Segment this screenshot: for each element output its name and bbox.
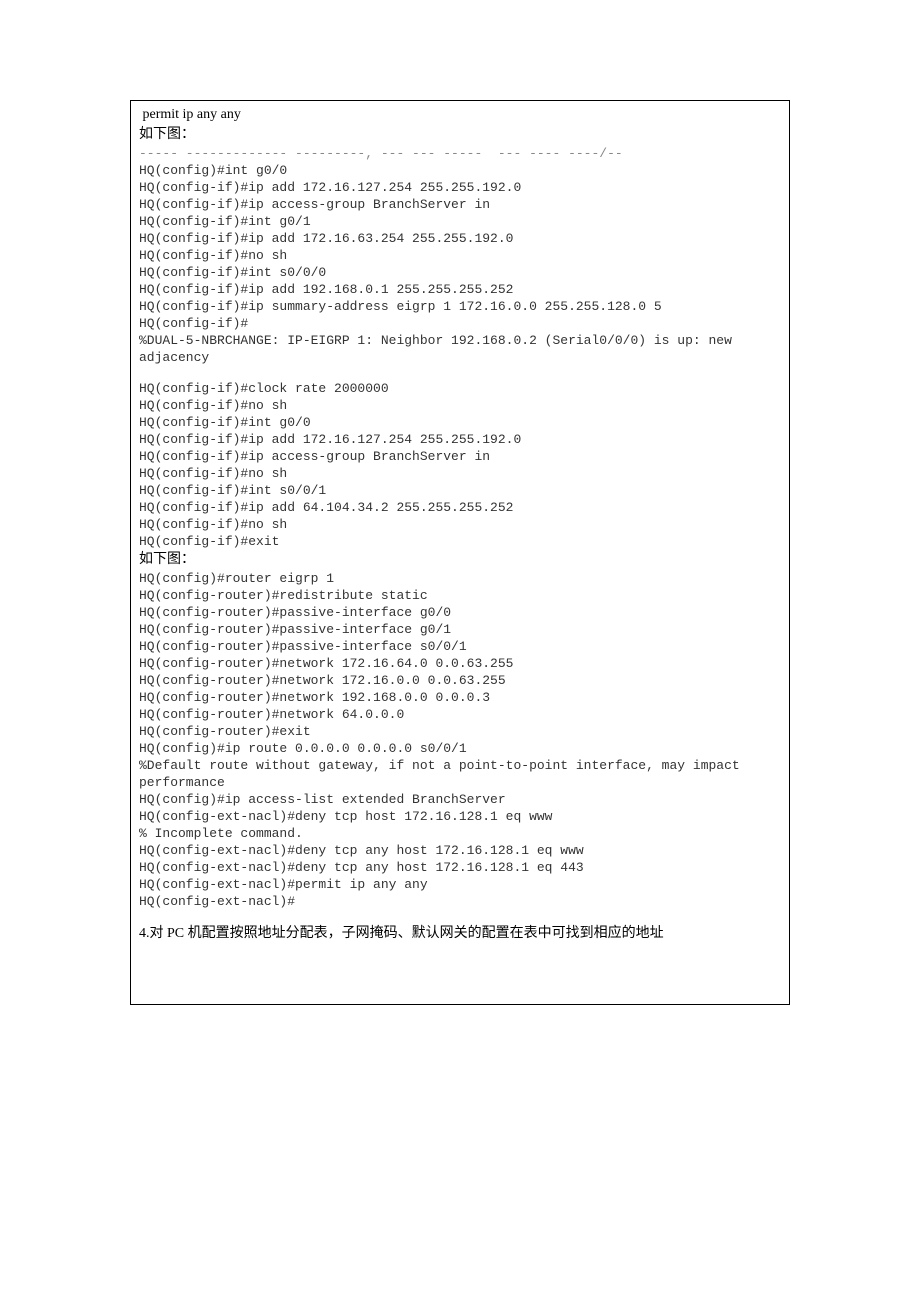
blank-line xyxy=(131,366,789,380)
cfg-line: HQ(config-if)#ip add 192.168.0.1 255.255… xyxy=(131,281,789,298)
cfg-line: HQ(config-router)#network 64.0.0.0 xyxy=(131,706,789,723)
cfg-line: HQ(config-router)#redistribute static xyxy=(131,587,789,604)
cfg-line: HQ(config)#ip route 0.0.0.0 0.0.0.0 s0/0… xyxy=(131,740,789,757)
cfg-line: HQ(config-if)#ip add 172.16.127.254 255.… xyxy=(131,431,789,448)
faded-line: ----- ------------- ---------, --- --- -… xyxy=(131,145,789,162)
cfg-line: HQ(config-if)#no sh xyxy=(131,247,789,264)
cfg-line: HQ(config-if)#no sh xyxy=(131,516,789,533)
cfg-line: HQ(config-if)#int g0/0 xyxy=(131,414,789,431)
cfg-line: HQ(config-if)#ip access-group BranchServ… xyxy=(131,448,789,465)
cfg-line: HQ(config-if)#int s0/0/1 xyxy=(131,482,789,499)
blank-line xyxy=(131,910,789,924)
cfg-line: HQ(config-if)#ip add 64.104.34.2 255.255… xyxy=(131,499,789,516)
cfg-line: HQ(config)#router eigrp 1 xyxy=(131,570,789,587)
document-page: permit ip any any 如下图： ----- -----------… xyxy=(0,0,920,1085)
cfg-line: HQ(config-if)#no sh xyxy=(131,465,789,482)
cfg-line: HQ(config-router)#exit xyxy=(131,723,789,740)
caption-1: 如下图： xyxy=(131,125,789,145)
cfg-line: performance xyxy=(131,774,789,791)
cfg-line: HQ(config-ext-nacl)#deny tcp host 172.16… xyxy=(131,808,789,825)
footer-line: 4.对 PC 机配置按照地址分配表，子网掩码、默认网关的配置在表中可找到相应的地… xyxy=(131,924,789,944)
cfg-line: HQ(config-if)#ip add 172.16.127.254 255.… xyxy=(131,179,789,196)
caption-2: 如下图： xyxy=(131,550,789,570)
cfg-line: HQ(config-ext-nacl)#deny tcp any host 17… xyxy=(131,859,789,876)
cfg-line: HQ(config-if)# xyxy=(131,315,789,332)
cfg-line: HQ(config-router)#network 172.16.0.0 0.0… xyxy=(131,672,789,689)
cfg-line: HQ(config-ext-nacl)#deny tcp any host 17… xyxy=(131,842,789,859)
cfg-line: HQ(config-if)#no sh xyxy=(131,397,789,414)
cfg-line: HQ(config-if)#int s0/0/0 xyxy=(131,264,789,281)
cfg-line: HQ(config-router)#passive-interface g0/1 xyxy=(131,621,789,638)
cfg-line: % Incomplete command. xyxy=(131,825,789,842)
cfg-line: HQ(config-router)#passive-interface g0/0 xyxy=(131,604,789,621)
cfg-line: HQ(config-router)#network 192.168.0.0 0.… xyxy=(131,689,789,706)
cfg-line: HQ(config-if)#ip add 172.16.63.254 255.2… xyxy=(131,230,789,247)
cfg-line: HQ(config-if)#ip access-group BranchServ… xyxy=(131,196,789,213)
cfg-line: HQ(config-if)#exit xyxy=(131,533,789,550)
cfg-line: adjacency xyxy=(131,349,789,366)
cfg-line: %Default route without gateway, if not a… xyxy=(131,757,789,774)
cfg-line: HQ(config)#ip access-list extended Branc… xyxy=(131,791,789,808)
cfg-line: HQ(config)#int g0/0 xyxy=(131,162,789,179)
cfg-line: %DUAL-5-NBRCHANGE: IP-EIGRP 1: Neighbor … xyxy=(131,332,789,349)
permit-line: permit ip any any xyxy=(131,105,789,125)
cfg-line: HQ(config-if)#ip summary-address eigrp 1… xyxy=(131,298,789,315)
cfg-line: HQ(config-router)#network 172.16.64.0 0.… xyxy=(131,655,789,672)
cfg-line: HQ(config-ext-nacl)#permit ip any any xyxy=(131,876,789,893)
cfg-line: HQ(config-if)#clock rate 2000000 xyxy=(131,380,789,397)
cfg-line: HQ(config-if)#int g0/1 xyxy=(131,213,789,230)
cfg-line: HQ(config-ext-nacl)# xyxy=(131,893,789,910)
cfg-line: HQ(config-router)#passive-interface s0/0… xyxy=(131,638,789,655)
content-box: permit ip any any 如下图： ----- -----------… xyxy=(130,100,790,1005)
